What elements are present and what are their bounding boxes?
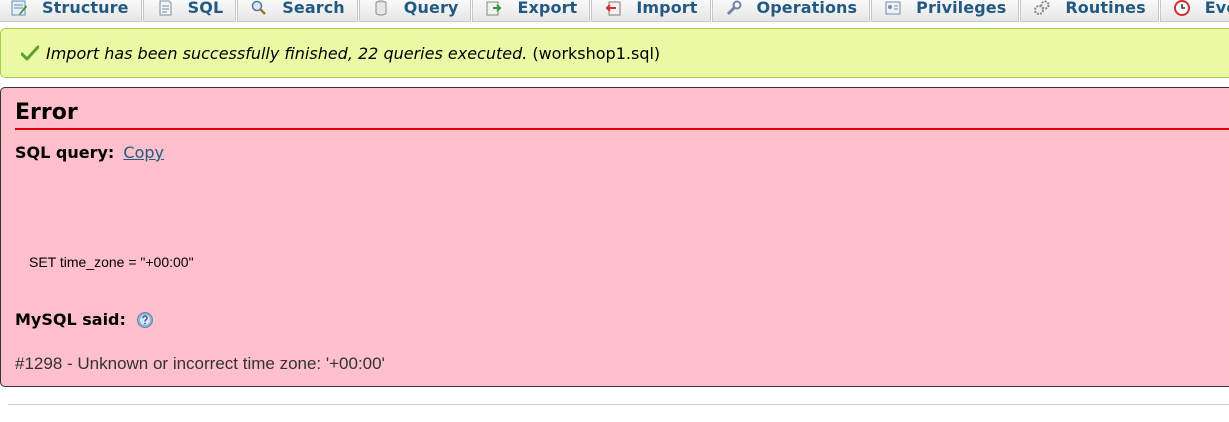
search-icon [252,0,267,15]
tab-label: Export [517,0,578,17]
tab-label: Query [403,0,459,17]
tab-label: Search [282,0,345,17]
tab-sql[interactable]: SQL [142,0,237,22]
tab-label: SQL [187,0,224,17]
wrench-icon [726,0,742,15]
tab-search[interactable]: Search [237,0,358,22]
mysql-said-label: MySQL said: [15,310,126,329]
sql-icon [159,0,172,15]
tab-structure[interactable]: Structure [0,0,142,22]
gears-icon [1034,0,1050,15]
tab-label: Operations [756,0,858,17]
success-message: Import has been successfully finished, 2… [0,28,1229,78]
help-icon[interactable] [136,311,154,329]
sql-query-text: SET time_zone = "+00:00" [29,254,194,270]
tab-label: Structure [42,0,129,17]
error-code-message: #1298 - Unknown or incorrect time zone: … [15,354,385,373]
tab-operations[interactable]: Operations [711,0,871,22]
error-box: Error SQL query: Copy SET time_zone = "+… [0,87,1229,387]
query-icon [375,0,387,15]
tab-label: Events [1204,0,1229,17]
export-icon [486,1,502,15]
tab-label: Import [636,0,698,17]
tab-export[interactable]: Export [472,0,591,22]
bottom-divider [8,404,1229,405]
tab-query[interactable]: Query [358,0,472,22]
sql-query-row: SQL query: Copy [15,143,164,162]
privileges-icon [885,1,901,14]
tab-privileges[interactable]: Privileges [871,0,1020,22]
checkmark-icon [21,45,39,61]
tab-routines[interactable]: Routines [1020,0,1159,22]
sql-query-label: SQL query: [15,143,115,162]
tab-label: Routines [1065,0,1146,17]
tab-label: Privileges [916,0,1007,17]
success-filename: (workshop1.sql) [532,43,661,63]
structure-icon [11,0,27,15]
copy-link[interactable]: Copy [123,143,164,162]
error-divider [15,128,1229,130]
success-text: Import has been successfully finished, 2… [46,43,528,63]
tab-events[interactable]: Events [1159,0,1229,22]
tab-bar: Structure SQL Search Query Export Import… [0,0,1229,22]
mysql-said-row: MySQL said: [15,310,154,329]
error-title: Error [15,100,78,125]
import-icon [605,1,621,15]
clock-icon [1173,0,1190,16]
tab-import[interactable]: Import [591,0,711,22]
